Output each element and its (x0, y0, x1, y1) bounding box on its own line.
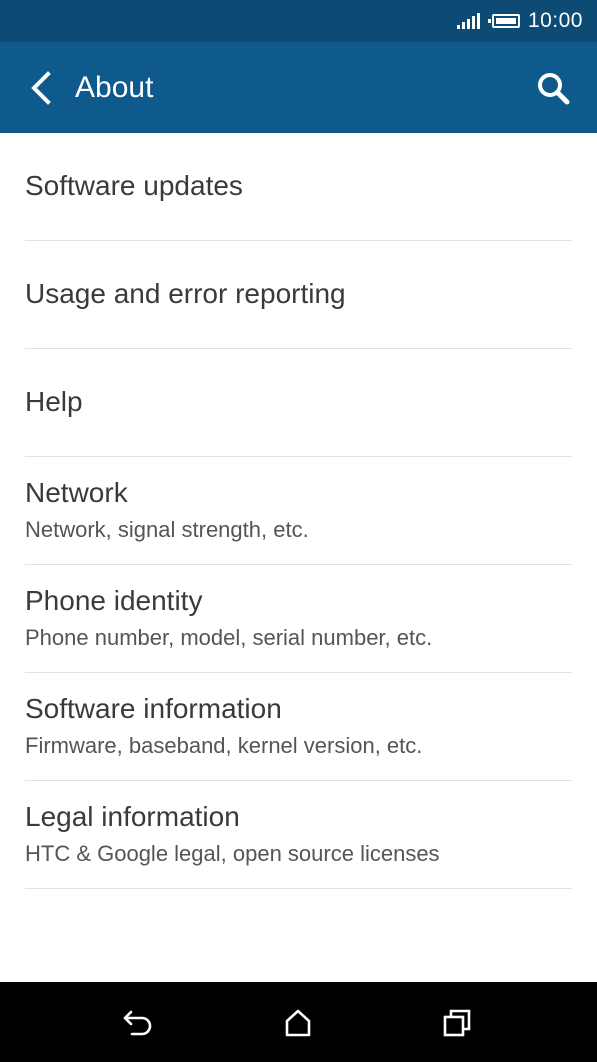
screen: 10:00 About Software updates Usage and e… (0, 0, 597, 1062)
status-time: 10:00 (527, 9, 583, 32)
list-item-title: Software updates (25, 170, 243, 201)
back-button[interactable] (18, 62, 62, 114)
search-icon (538, 73, 570, 105)
nav-home-button[interactable] (275, 1000, 321, 1046)
chevron-left-icon (31, 71, 51, 105)
status-icons: 10:00 (456, 0, 583, 42)
list-item-title: Help (25, 386, 83, 417)
list-item-phone-identity[interactable]: Phone identity Phone number, model, seri… (25, 565, 572, 673)
app-bar: About (0, 42, 597, 133)
list-item-software-updates[interactable]: Software updates (25, 133, 572, 241)
page-title: About (75, 71, 154, 104)
status-bar: 10:00 (0, 0, 597, 42)
nav-recent-apps-button[interactable] (434, 1000, 480, 1046)
list-item-title: Usage and error reporting (25, 278, 346, 309)
list-item-title: Network (25, 477, 128, 508)
settings-list: Software updates Usage and error reporti… (0, 133, 597, 889)
list-item-subtitle: Network, signal strength, etc. (25, 517, 309, 542)
list-item-software-information[interactable]: Software information Firmware, baseband,… (25, 673, 572, 781)
list-item-legal-information[interactable]: Legal information HTC & Google legal, op… (25, 781, 572, 889)
search-button[interactable] (527, 62, 579, 114)
list-item-title: Phone identity (25, 585, 203, 616)
home-icon (285, 1009, 311, 1037)
list-item-title: Legal information (25, 801, 240, 832)
recent-apps-icon (443, 1009, 471, 1037)
back-icon (123, 1010, 152, 1036)
nav-back-button[interactable] (116, 1000, 162, 1046)
signal-icon (456, 13, 480, 29)
list-item-subtitle: Phone number, model, serial number, etc. (25, 625, 433, 650)
battery-icon (487, 14, 520, 28)
list-item-usage-and-error-reporting[interactable]: Usage and error reporting (25, 241, 572, 349)
list-item-help[interactable]: Help (25, 349, 572, 457)
list-item-title: Software information (25, 693, 282, 724)
list-item-subtitle: HTC & Google legal, open source licenses (25, 841, 440, 866)
list-item-network[interactable]: Network Network, signal strength, etc. (25, 457, 572, 565)
list-item-subtitle: Firmware, baseband, kernel version, etc. (25, 733, 423, 758)
nav-bar (0, 982, 597, 1062)
